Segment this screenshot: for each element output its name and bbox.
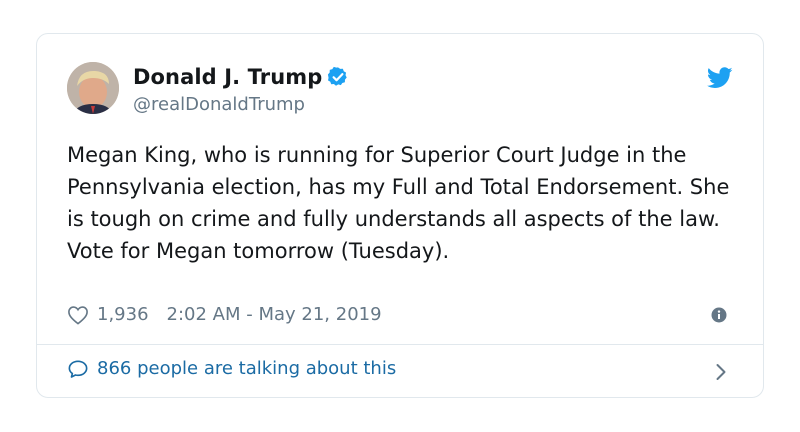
divider <box>37 344 763 345</box>
tweet-timestamp[interactable]: 2:02 AM - May 21, 2019 <box>167 304 382 325</box>
tweet-text: Megan King, who is running for Superior … <box>67 143 730 263</box>
tweet-meta: 1,936 2:02 AM - May 21, 2019 <box>67 304 382 325</box>
verified-badge-icon <box>327 66 349 88</box>
author-handle[interactable]: @realDonaldTrump <box>133 94 305 115</box>
author-name[interactable]: Donald J. Trump <box>133 65 322 89</box>
info-icon[interactable] <box>711 307 727 323</box>
author-name-row: Donald J. Trump <box>133 65 349 89</box>
speech-bubble-icon <box>67 359 89 379</box>
talking-about-text[interactable]: 866 people are talking about this <box>97 358 396 379</box>
talking-about-link[interactable]: 866 people are talking about this <box>67 358 396 379</box>
heart-icon[interactable] <box>67 305 89 325</box>
like-count[interactable]: 1,936 <box>97 304 149 325</box>
tweet-card: Donald J. Trump @realDonaldTrump Megan K… <box>36 33 764 398</box>
chevron-right-icon[interactable] <box>715 362 727 382</box>
twitter-bird-icon[interactable] <box>706 67 733 89</box>
avatar[interactable] <box>67 62 119 114</box>
